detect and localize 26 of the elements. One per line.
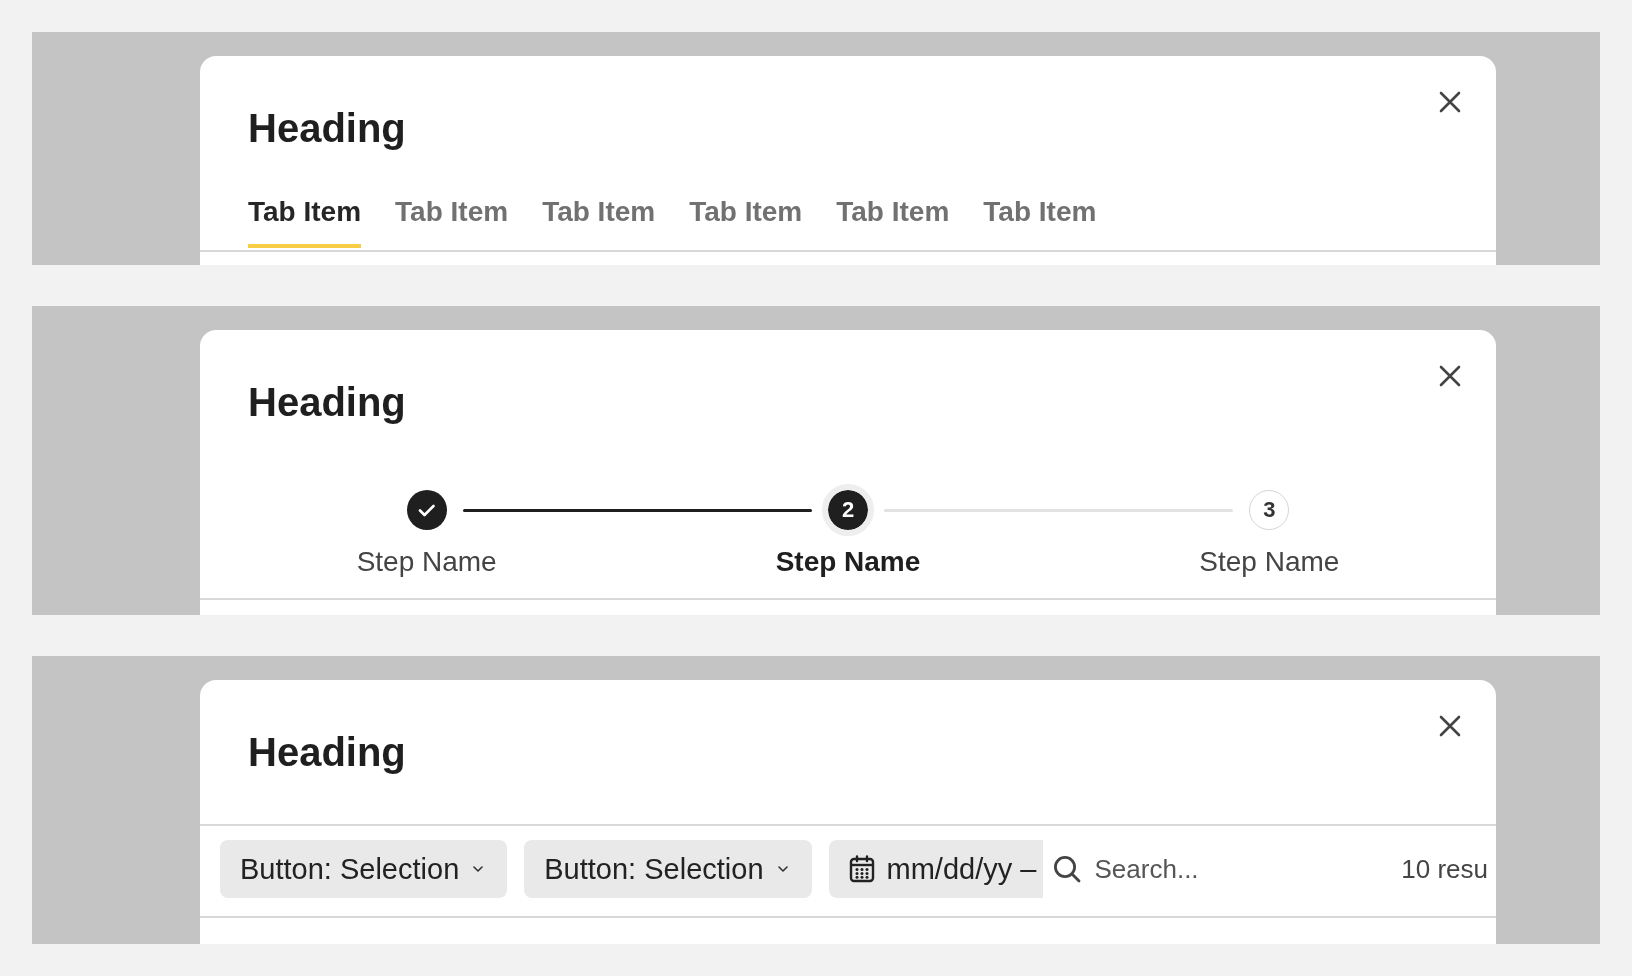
tab[interactable]: Tab Item xyxy=(542,195,656,248)
date-range-field[interactable]: mm/dd/yy – xyxy=(828,840,1043,898)
chevron-down-icon xyxy=(777,866,788,872)
dialog-heading: Heading xyxy=(248,729,406,776)
close-icon xyxy=(1439,91,1461,113)
chevron-down-icon xyxy=(473,866,484,872)
step-number: 2 xyxy=(822,484,874,536)
step-number: 3 xyxy=(1249,490,1290,530)
tab[interactable]: Tab Item xyxy=(836,195,950,248)
selection-dropdown[interactable]: Button: Selection xyxy=(524,840,812,898)
close-icon xyxy=(1439,715,1461,737)
step-label: Step Name xyxy=(356,545,497,579)
calendar-icon xyxy=(848,855,875,883)
search-icon xyxy=(1052,855,1081,883)
result-count: 10 resu xyxy=(1401,853,1488,885)
selection-dropdown[interactable]: Button: Selection xyxy=(220,840,508,898)
dialog-heading: Heading xyxy=(248,105,406,152)
tab[interactable]: Tab Item xyxy=(983,195,1097,248)
tab[interactable]: Tab Item xyxy=(248,195,362,248)
step-label: Step Name xyxy=(1199,545,1340,579)
dialog-heading: Heading xyxy=(248,379,406,426)
tab[interactable]: Tab Item xyxy=(689,195,803,248)
search-field[interactable]: Search... xyxy=(1080,849,1386,889)
close-icon xyxy=(1439,365,1461,387)
tab[interactable]: Tab Item xyxy=(395,195,509,248)
step-label: Step Name xyxy=(775,545,921,579)
